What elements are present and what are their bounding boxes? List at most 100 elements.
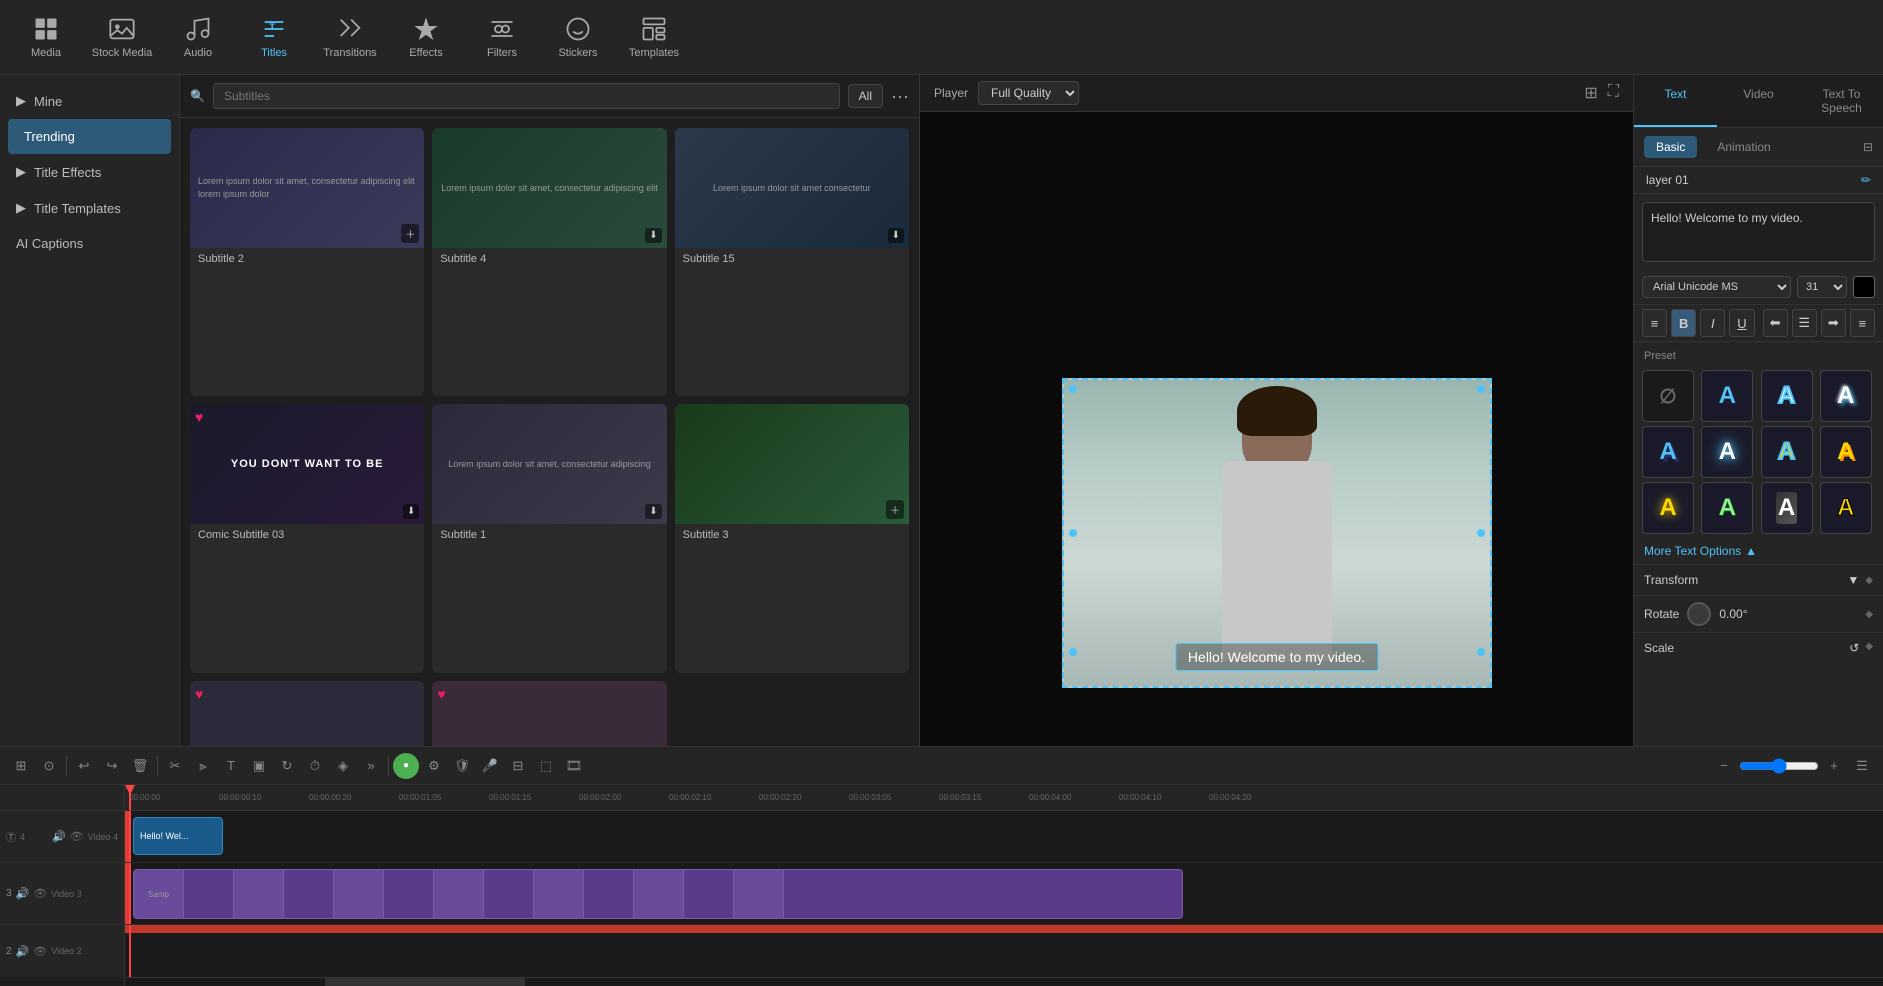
tl-btn-delete[interactable]: 🗑 [127,753,153,779]
scale-keyframe-icon[interactable]: ◆ [1865,641,1873,655]
font-size-select[interactable]: 31 [1797,276,1847,298]
text-clip[interactable]: Hello! Wel... [133,817,223,855]
underline-button[interactable]: U [1729,309,1754,337]
font-select[interactable]: Arial Unicode MS [1642,276,1791,298]
tl-btn-audio-track[interactable]: ⊟ [505,753,531,779]
align-right-button[interactable]: ➡ [1821,309,1846,337]
toolbar-stock-media[interactable]: Stock Media [86,5,158,70]
subtab-basic[interactable]: Basic [1644,136,1697,158]
toolbar-effects[interactable]: Effects [390,5,462,70]
toolbar-audio[interactable]: Audio [162,5,234,70]
add-icon-sub3[interactable]: ＋ [886,500,904,519]
align-justify-button[interactable]: ≡ [1850,309,1875,337]
transform-keyframe-icon[interactable]: ◆ [1865,575,1873,586]
tl-btn-fx[interactable]: ⚙ [421,753,447,779]
handle-br[interactable] [1477,648,1485,656]
tl-btn-undo[interactable]: ↩ [71,753,97,779]
toolbar-media[interactable]: Media [10,5,82,70]
sidebar-item-ai-captions[interactable]: AI Captions [0,226,179,261]
download-icon-sub4[interactable]: ⬇ [645,228,661,243]
tab-text-to-speech[interactable]: Text To Speech [1800,75,1883,127]
preset-3[interactable]: A [1820,370,1872,422]
preset-4[interactable]: A [1642,426,1694,478]
preset-6[interactable]: A [1761,426,1813,478]
track4-eye[interactable]: 👁 [70,830,84,843]
track3-eye[interactable]: 👁 [33,887,47,900]
tl-btn-rotate[interactable]: ↻ [274,753,300,779]
rotate-keyframe-icon[interactable]: ◆ [1865,609,1873,620]
video3-clip[interactable]: Samp [133,869,1183,919]
more-text-options[interactable]: More Text Options ▲ [1634,538,1883,565]
grid-item-subtitle4[interactable]: Lorem ipsum dolor sit amet, consectetur … [432,128,666,396]
preset-8[interactable]: A [1642,482,1694,534]
tl-zoom-slider[interactable] [1739,758,1819,774]
text-content-area[interactable]: Hello! Welcome to my video. [1642,202,1875,262]
edit-layer-icon[interactable]: ✏ [1861,173,1871,187]
tab-video[interactable]: Video [1717,75,1800,127]
toolbar-transitions[interactable]: Transitions [314,5,386,70]
preset-2[interactable]: A [1761,370,1813,422]
sidebar-item-title-templates[interactable]: ▶ Title Templates [0,190,179,226]
preset-10[interactable]: A [1761,482,1813,534]
subtab-animation[interactable]: Animation [1705,136,1782,158]
download-icon-sub1[interactable]: ⬇ [645,504,661,519]
tl-btn-cut[interactable]: ✂ [162,753,188,779]
align-left-button[interactable]: ≡ [1642,309,1667,337]
search-input[interactable] [213,83,840,109]
grid-item-subtitle2[interactable]: Lorem ipsum dolor sit amet, consectetur … [190,128,424,396]
sidebar-item-title-effects[interactable]: ▶ Title Effects [0,154,179,190]
tl-btn-tracks[interactable]: ⊞ [8,753,34,779]
tl-btn-text[interactable]: T [218,753,244,779]
toolbar-titles[interactable]: T Titles [238,5,310,70]
grid-item-comic-sub03[interactable]: ♥ YOU DON'T WANT TO BE ⬇ Comic Subtitle … [190,404,424,672]
more-options-button[interactable]: ··· [891,86,909,107]
tl-btn-effects[interactable]: ◈ [330,753,356,779]
sidebar-item-mine[interactable]: ▶ Mine [0,83,179,119]
tl-btn-shield[interactable]: 🛡 [449,753,475,779]
grid-view-icon[interactable]: ⊞ [1584,83,1597,103]
tl-btn-caption[interactable]: ⬚ [533,753,559,779]
sidebar-item-trending[interactable]: Trending [8,119,171,154]
record-button[interactable]: ● [393,753,419,779]
align-left2-button[interactable]: ⬅ [1763,309,1788,337]
color-swatch[interactable] [1853,276,1875,298]
italic-button[interactable]: I [1700,309,1725,337]
bold-button[interactable]: B [1671,309,1696,337]
scale-reset-icon[interactable]: ↺ [1849,641,1859,655]
tl-list-view[interactable]: ☰ [1849,753,1875,779]
handle-tr[interactable] [1477,385,1485,393]
rotate-knob[interactable] [1687,602,1711,626]
tl-btn-speed[interactable]: ⏱ [302,753,328,779]
fullscreen-icon[interactable]: ⛶ [1608,83,1619,103]
add-icon-sub2[interactable]: ＋ [401,224,419,243]
grid-item-subtitle1[interactable]: Lorem ipsum dolor sit amet, consectetur … [432,404,666,672]
track2-eye[interactable]: 👁 [33,945,47,958]
grid-item-subtitle3[interactable]: ＋ Subtitle 3 [675,404,909,672]
tl-btn-redo[interactable]: ↪ [99,753,125,779]
preset-7[interactable]: A [1820,426,1872,478]
title-text-overlay[interactable]: Hello! Welcome to my video. [1175,643,1378,671]
panel-minimize-icon[interactable]: ⊟ [1863,140,1873,154]
tl-btn-magnet[interactable]: ⊙ [36,753,62,779]
tab-text[interactable]: Text [1634,75,1717,127]
tl-btn-crop[interactable]: ▣ [246,753,272,779]
quality-select[interactable]: Full Quality Half Quality [978,81,1079,105]
grid-item-subtitle15[interactable]: Lorem ipsum dolor sit amet consectetur ⬇… [675,128,909,396]
filter-button[interactable]: All [848,84,883,108]
handle-bl[interactable] [1069,648,1077,656]
tl-btn-more[interactable]: » [358,753,384,779]
handle-ml[interactable] [1069,529,1077,537]
track2-mute[interactable]: 🔊 [16,945,30,958]
download-icon-comic[interactable]: ⬇ [403,504,419,519]
preset-11[interactable]: A [1820,482,1872,534]
tl-scrollbar-thumb[interactable] [325,978,525,986]
tl-btn-film[interactable]: 🎞 [561,753,587,779]
transform-expand-icon[interactable]: ▼ [1847,573,1859,587]
handle-tl[interactable] [1069,385,1077,393]
track3-mute[interactable]: 🔊 [16,887,30,900]
tl-zoom-out[interactable]: − [1711,753,1737,779]
preset-5[interactable]: A [1701,426,1753,478]
toolbar-filters[interactable]: Filters [466,5,538,70]
handle-mr[interactable] [1477,529,1485,537]
track4-mute[interactable]: 🔊 [52,830,66,843]
